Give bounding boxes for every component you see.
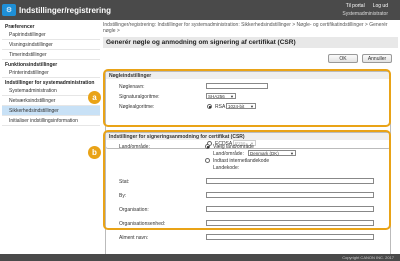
page-title: Generér nøgle og anmodning om signering … xyxy=(103,37,398,48)
portal-link[interactable]: Til portal xyxy=(346,3,365,9)
sidebar-item-paper[interactable]: Papirindstillinger xyxy=(2,30,100,40)
action-buttons: OK Annuller xyxy=(328,54,392,63)
sidebar-item-network[interactable]: Netværksindstillinger xyxy=(2,96,100,106)
app-title-wrap: ⚙ Indstillinger/registrering xyxy=(2,2,111,18)
ok-button[interactable]: OK xyxy=(328,54,358,63)
breadcrumb: Indstillinger/registrering: Indstillinge… xyxy=(103,22,388,34)
sidebar-item-security[interactable]: Sikkerhedsindstillinger xyxy=(2,106,100,116)
settings-icon: ⚙ xyxy=(2,4,16,16)
footer: Copyright CANON INC. 2017 xyxy=(0,254,400,261)
highlight-frame-b xyxy=(103,130,391,230)
app-title: Indstillinger/registrering xyxy=(19,5,112,15)
sidebar-item-printer[interactable]: Printerindstillinger xyxy=(2,68,100,78)
admin-label: Systemadministrator xyxy=(342,11,388,17)
sidebar-item-initialize[interactable]: Initialiser indstillingsinformation xyxy=(2,116,100,126)
sidebar: Præferencer Papirindstillinger Visningsi… xyxy=(2,22,100,257)
sidebar-item-timer[interactable]: Timerindstillinger xyxy=(2,50,100,60)
sidebar-group-sysadmin: Indstillinger for systemadministration xyxy=(5,80,95,86)
sidebar-item-system-management[interactable]: Systemadministration xyxy=(2,86,100,96)
common-name-label: Alment navn: xyxy=(119,235,149,241)
sidebar-item-display[interactable]: Visningsindstillinger xyxy=(2,40,100,50)
sidebar-group-function: Funktionsindstillinger xyxy=(5,62,58,68)
common-name-input[interactable] xyxy=(206,234,374,240)
logout-link[interactable]: Log ud xyxy=(373,3,388,9)
sidebar-group-preferences: Præferencer xyxy=(5,24,35,30)
cancel-button[interactable]: Annuller xyxy=(362,54,392,63)
highlight-frame-a xyxy=(103,69,391,127)
copyright-text: Copyright CANON INC. 2017 xyxy=(342,255,394,260)
callout-b: b xyxy=(88,146,101,159)
callout-a: a xyxy=(88,91,101,104)
top-links: Til portal Log ud xyxy=(346,3,388,9)
top-bar: ⚙ Indstillinger/registrering Til portal … xyxy=(0,0,400,20)
